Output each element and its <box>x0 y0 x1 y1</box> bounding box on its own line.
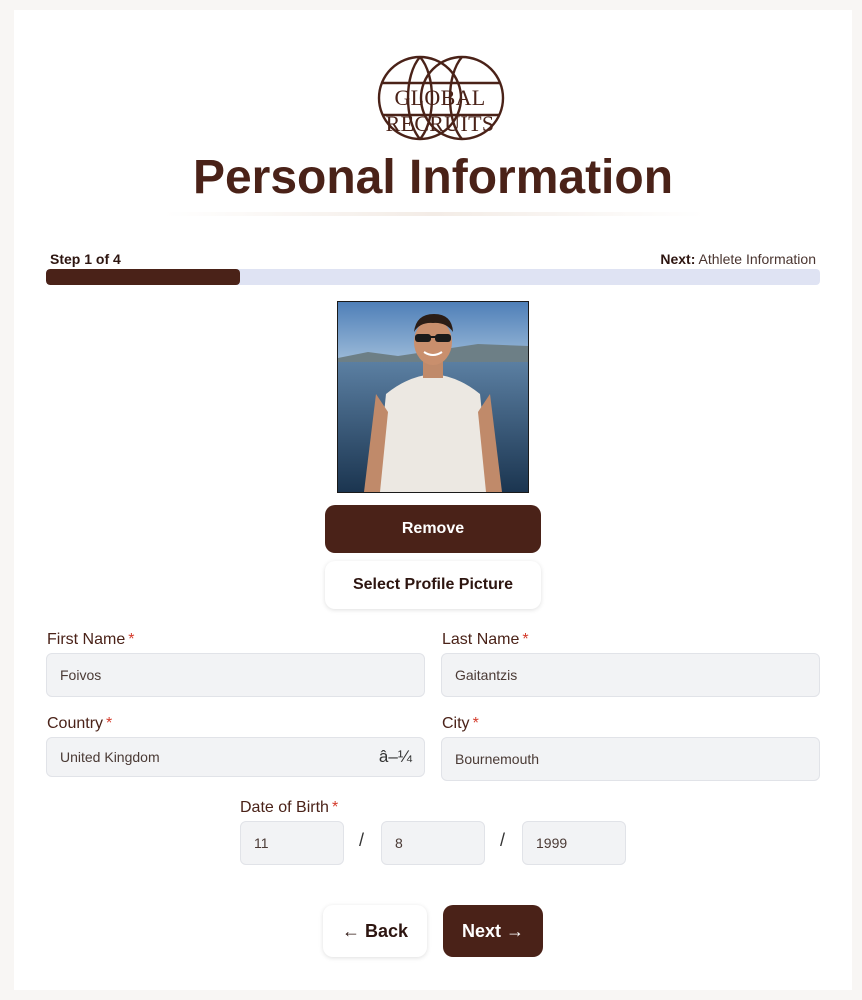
first-name-field[interactable]: Foivos <box>46 653 425 697</box>
required-marker: * <box>331 799 339 816</box>
form-card: GLOBAL RECRUITS Personal Information Ste… <box>14 10 852 990</box>
next-prefix: Next: <box>660 251 696 267</box>
dropdown-caret-icon: â–¼ <box>378 747 412 766</box>
dob-separator: / <box>359 830 365 850</box>
last-name-label: Last Name * <box>442 631 529 649</box>
progress-fill <box>46 269 240 285</box>
page-title: Personal Information <box>192 151 674 204</box>
profile-photo-image <box>338 302 528 492</box>
dob-separator: / <box>500 830 506 850</box>
first-name-label-text: First Name <box>47 631 126 648</box>
progress-bar <box>46 269 820 285</box>
dob-day-field[interactable]: 11 <box>240 821 344 865</box>
required-marker: * <box>472 715 479 732</box>
country-select[interactable]: United Kingdom â–¼ <box>46 737 425 777</box>
dob-label-text: Date of Birth <box>240 799 329 816</box>
city-label-text: City <box>442 715 470 732</box>
last-name-label-text: Last Name <box>442 631 520 648</box>
remove-photo-button[interactable]: Remove <box>325 505 541 553</box>
next-button[interactable]: Next → <box>443 905 543 957</box>
back-button[interactable]: ← Back <box>323 905 427 957</box>
next-section-indicator: Next: Athlete Information <box>660 251 816 267</box>
last-name-field[interactable]: Gaitantzis <box>441 653 820 697</box>
logo-wordmark: GLOBAL RECRUITS <box>385 85 495 136</box>
profile-photo <box>337 301 529 493</box>
dob-year-field[interactable]: 1999 <box>522 821 626 865</box>
required-marker: * <box>522 631 529 648</box>
title-divider <box>164 212 704 216</box>
city-field[interactable]: Bournemouth <box>441 737 820 781</box>
step-indicator: Step 1 of 4 <box>50 251 121 267</box>
country-value: United Kingdom <box>60 749 160 765</box>
dob-label: Date of Birth * <box>240 799 338 817</box>
first-name-label: First Name * <box>47 631 134 649</box>
dob-month-field[interactable]: 8 <box>381 821 485 865</box>
required-marker: * <box>128 631 135 648</box>
global-recruits-logo: GLOBAL RECRUITS <box>340 55 540 150</box>
required-marker: * <box>106 715 113 732</box>
next-section-name: Athlete Information <box>698 251 816 267</box>
select-profile-picture-button[interactable]: Select Profile Picture <box>325 561 541 609</box>
country-label-text: Country <box>47 715 104 732</box>
city-label: City * <box>442 715 479 733</box>
country-label: Country * <box>47 715 112 733</box>
